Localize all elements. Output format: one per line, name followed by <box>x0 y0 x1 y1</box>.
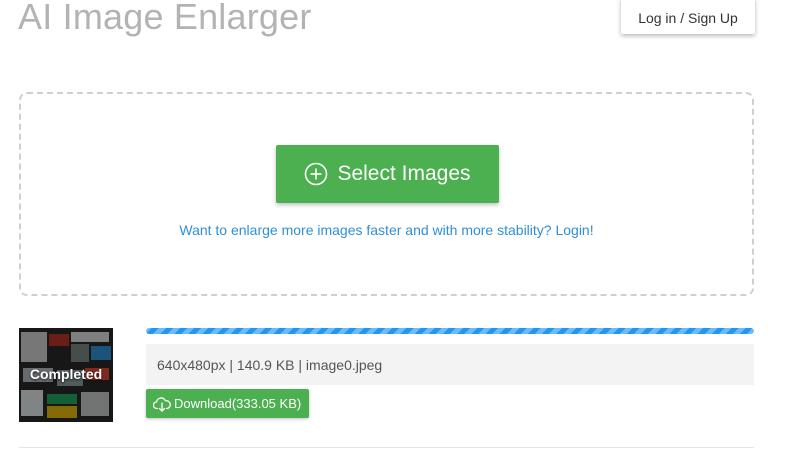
page-title: AI Image Enlarger <box>18 0 312 37</box>
image-drop-zone[interactable]: Select Images Want to enlarge more image… <box>19 92 754 296</box>
login-promo-link[interactable]: Want to enlarge more images faster and w… <box>21 222 752 238</box>
image-thumbnail: Completed <box>19 328 113 422</box>
select-images-button[interactable]: Select Images <box>276 145 499 203</box>
file-info-bar: 640x480px | 140.9 KB | image0.jpeg <box>146 344 754 385</box>
completed-status-label: Completed <box>29 366 103 382</box>
file-list-item: Completed 640x480px | 140.9 KB | image0.… <box>19 327 754 427</box>
progress-bar-fill <box>146 328 754 334</box>
file-info-text: 640x480px | 140.9 KB | image0.jpeg <box>157 356 383 373</box>
download-button[interactable]: Download(333.05 KB) <box>146 389 310 418</box>
login-signup-button[interactable]: Log in / Sign Up <box>621 0 755 34</box>
select-images-label: Select Images <box>337 162 471 185</box>
divider <box>19 447 754 448</box>
progress-bar <box>146 328 754 334</box>
plus-circle-icon <box>304 162 328 186</box>
download-label: Download(333.05 KB) <box>174 396 302 411</box>
page: AI Image Enlarger Log in / Sign Up Selec… <box>0 0 809 450</box>
cloud-download-icon <box>153 396 171 412</box>
